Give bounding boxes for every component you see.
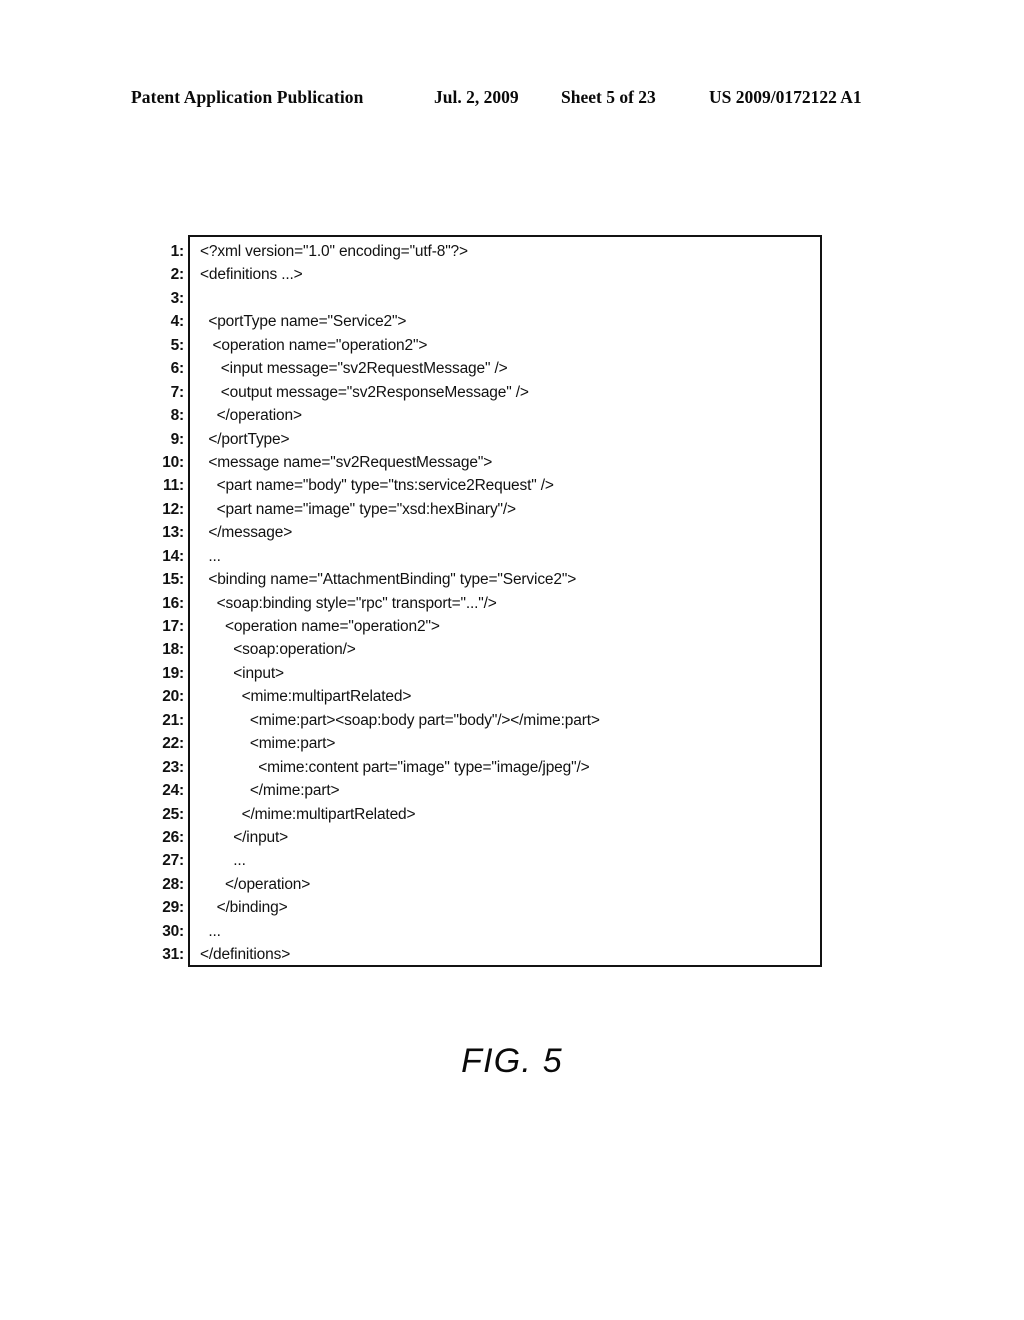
code-line: </input>: [200, 828, 289, 846]
code-line: <portType name="Service2">: [200, 313, 407, 331]
code-line: <mime:part>: [200, 735, 336, 753]
code-line: <soap:operation/>: [200, 641, 356, 659]
code-line-number: 9:: [170, 430, 185, 448]
code-line: </binding>: [200, 899, 288, 917]
code-line-number: 29:: [162, 899, 184, 917]
code-line: <?xml version="1.0" encoding="utf-8"?>: [200, 243, 468, 260]
code-line-number: 18:: [162, 641, 184, 659]
code-line: </operation>: [200, 875, 311, 893]
code-line: ...: [200, 547, 221, 565]
code-line-number: 14:: [162, 547, 184, 565]
code-line-number: 24:: [162, 782, 184, 800]
code-line: </operation>: [200, 407, 302, 425]
code-line: <message name="sv2RequestMessage">: [200, 453, 493, 471]
code-line-number-gutter: 1: 2: 3: 4: 5: 6: 7: 8: 9: 10: 11: 12: 13: 14: 15: 16: 1…: [148, 240, 184, 967]
code-line: </mime:multipartRelated>: [200, 805, 416, 823]
figure-caption: FIG. 5: [461, 1042, 563, 1080]
code-line-number: 17:: [162, 618, 184, 635]
code-line: </mime:part>: [200, 782, 340, 800]
code-line-number: 25:: [162, 805, 184, 823]
code-line: <mime:content part="image" type="image/j…: [200, 758, 590, 776]
code-line-number: 10:: [162, 453, 184, 471]
code-line-number: 4:: [170, 313, 185, 331]
code-line-number: 21:: [162, 711, 184, 729]
code-line: <operation name="operation2">: [200, 618, 440, 635]
code-line: ...: [200, 922, 221, 940]
code-line-number: 27:: [162, 852, 184, 870]
code-line: <mime:part><soap:body part="body"/></mim…: [200, 711, 600, 729]
code-line: <operation name="operation2">: [200, 336, 428, 354]
code-line-number: 5:: [170, 336, 185, 354]
code-line: <part name="image" type="xsd:hexBinary"/…: [200, 500, 516, 518]
code-line-number: 11:: [163, 477, 184, 495]
code-line: <mime:multipartRelated>: [200, 688, 412, 706]
code-line: <input message="sv2RequestMessage" />: [200, 360, 508, 378]
code-line-number: 22:: [162, 735, 184, 753]
code-line: </definitions>: [200, 946, 291, 964]
code-listing: <?xml version="1.0" encoding="utf-8"?> <d…: [188, 240, 822, 967]
code-line-number: 2:: [170, 266, 185, 284]
code-line: </message>: [200, 524, 293, 542]
code-line-number: 30:: [162, 922, 184, 940]
code-line-number: 20:: [162, 688, 184, 706]
code-line: <definitions ...>: [200, 266, 303, 284]
code-line-number: 8:: [170, 407, 185, 425]
code-line: <output message="sv2ResponseMessage" />: [200, 383, 529, 401]
code-line: <part name="body" type="tns:service2Requ…: [200, 477, 554, 495]
code-line-number: 16:: [162, 594, 184, 612]
code-line-number: 7:: [170, 383, 185, 401]
code-line-number: 6:: [170, 360, 185, 378]
code-line: <binding name="AttachmentBinding" type="…: [200, 571, 577, 589]
code-line-number: 31:: [162, 946, 184, 964]
code-line: <soap:binding style="rpc" transport="...…: [200, 594, 497, 612]
code-line-number: 15:: [162, 571, 184, 589]
code-line-number: 23:: [162, 758, 184, 776]
code-line-number: 28:: [162, 875, 184, 893]
code-line-number: 19:: [162, 664, 184, 682]
code-line: ...: [200, 852, 246, 870]
figure-5: 1: 2: 3: 4: 5: 6: 7: 8: 9: 10: 11: 12: 13: 14: 15: 16: 1…: [0, 0, 1024, 1320]
code-line-number: 26:: [162, 828, 184, 846]
code-line: </portType>: [200, 430, 290, 448]
code-line-number: 13:: [162, 524, 184, 542]
code-line: <input>: [200, 664, 284, 682]
code-line-number: 1:: [170, 243, 185, 260]
code-line-number: 3:: [170, 289, 185, 307]
code-line-number: 12:: [162, 500, 184, 518]
